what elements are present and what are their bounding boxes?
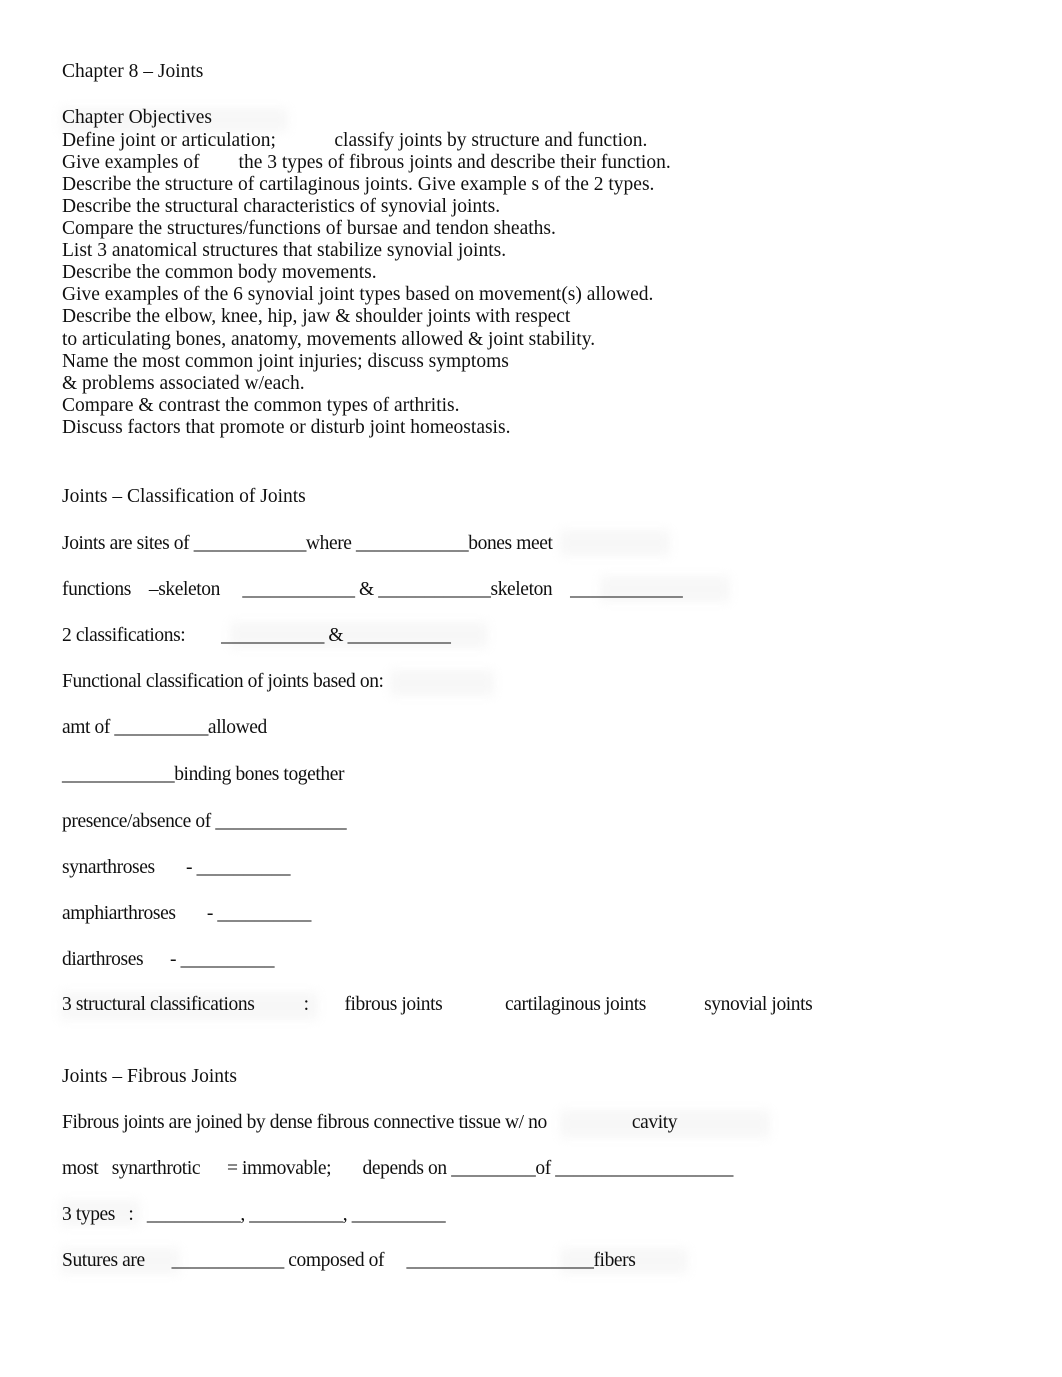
- classification-line: amphiarthroses - __________: [62, 903, 311, 924]
- objective-item: Name the most common joint injuries; dis…: [62, 351, 509, 372]
- fibrous-line: Sutures are ____________ composed of ___…: [62, 1250, 636, 1271]
- classification-line: 2 classifications: ___________ & _______…: [62, 625, 451, 646]
- highlight-residue: [560, 530, 670, 556]
- document-page: Chapter 8 – Joints Chapter Objectives De…: [0, 0, 1062, 1377]
- classification-line: Functional classification of joints base…: [62, 671, 384, 692]
- fibrous-line: Fibrous joints are joined by dense fibro…: [62, 1112, 678, 1133]
- classification-line: amt of __________allowed: [62, 717, 267, 738]
- classification-line: 3 structural classifications : fibrous j…: [62, 994, 813, 1015]
- objective-item: Describe the elbow, knee, hip, jaw & sho…: [62, 306, 571, 327]
- objective-item: Describe the common body movements.: [62, 262, 377, 283]
- objective-item: Give examples of the 6 synovial joint ty…: [62, 284, 654, 305]
- objective-item: Compare & contrast the common types of a…: [62, 395, 460, 416]
- page-title: Chapter 8 – Joints: [62, 61, 204, 82]
- objective-item: List 3 anatomical structures that stabil…: [62, 240, 507, 261]
- objective-item: Describe the structural characteristics …: [62, 196, 501, 217]
- classification-line: synarthroses - __________: [62, 857, 291, 878]
- objective-item: Define joint or articulation; classify j…: [62, 130, 648, 151]
- classification-line: Joints are sites of ____________where __…: [62, 533, 553, 554]
- fibrous-heading: Joints – Fibrous Joints: [62, 1066, 237, 1087]
- highlight-residue: [390, 670, 494, 696]
- objective-item: & problems associated w/each.: [62, 373, 305, 394]
- objective-item: to articulating bones, anatomy, movement…: [62, 329, 596, 350]
- fibrous-line: 3 types : __________, __________, ______…: [62, 1204, 446, 1225]
- objective-item: Discuss factors that promote or disturb …: [62, 417, 511, 438]
- classification-heading: Joints – Classification of Joints: [62, 486, 306, 507]
- objective-item: Give examples of the 3 types of fibrous …: [62, 152, 671, 173]
- objective-item: Compare the structures/functions of burs…: [62, 218, 556, 239]
- classification-line: diarthroses - __________: [62, 949, 275, 970]
- classification-line: presence/absence of ______________: [62, 811, 347, 832]
- classification-line: functions –skeleton ____________ & _____…: [62, 579, 683, 600]
- objectives-heading: Chapter Objectives: [62, 107, 212, 128]
- classification-line: ____________binding bones together: [62, 764, 345, 785]
- objective-item: Describe the structure of cartilaginous …: [62, 174, 655, 195]
- fibrous-line: most synarthrotic = immovable; depends o…: [62, 1158, 733, 1179]
